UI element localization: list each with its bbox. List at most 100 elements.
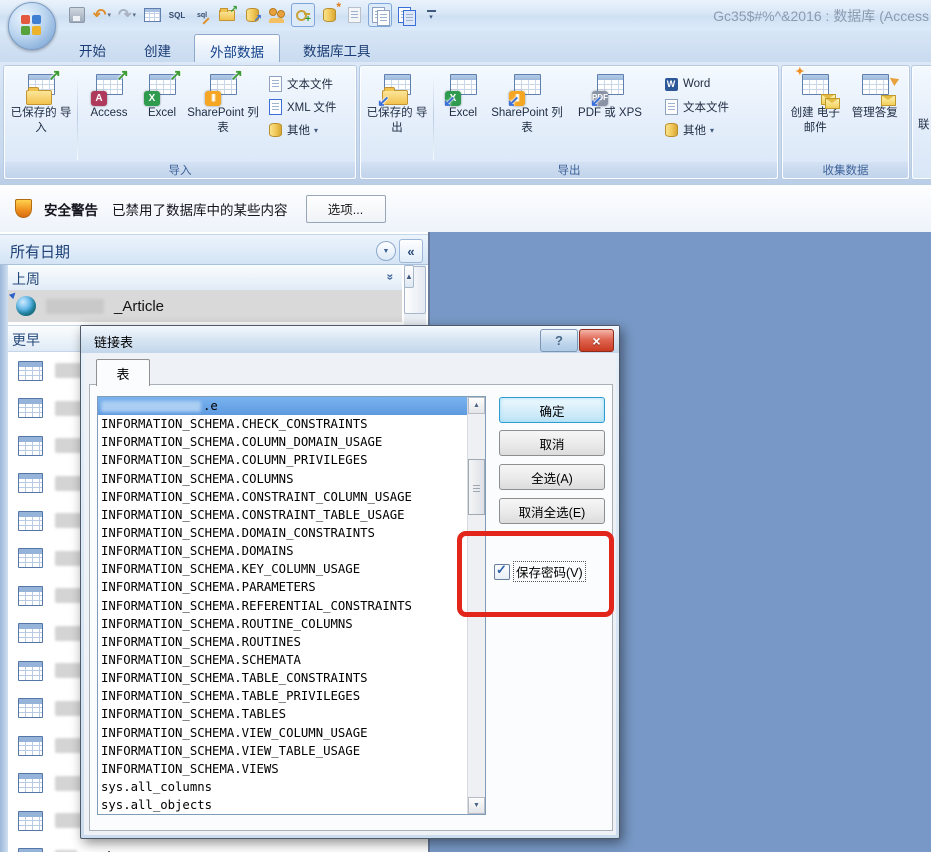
export-text-file-button[interactable]: 文本文件 <box>663 97 729 117</box>
deselect-all-button[interactable]: 取消全选(E) <box>499 498 605 524</box>
table-icon <box>18 398 43 418</box>
table-list-item[interactable]: INFORMATION_SCHEMA.DOMAIN_CONSTRAINTS <box>98 524 468 542</box>
collapse-group-icon[interactable]: » <box>384 274 398 281</box>
import-excel-button[interactable]: X↗ Excel <box>137 71 187 121</box>
dialog-help-button[interactable]: ? <box>540 329 578 352</box>
import-text-file-button[interactable]: 文本文件 <box>267 74 336 94</box>
redo-icon[interactable]: ↷▾ <box>116 4 138 26</box>
ribbon-group-clipped: 联 <box>911 65 931 180</box>
table-list-item[interactable]: sys.all_columns <box>98 778 468 796</box>
nav-pane-header[interactable]: 所有日期 ▼ « <box>0 234 428 265</box>
customize-qat-icon[interactable]: ▾ <box>420 4 442 26</box>
saved-imports-button[interactable]: ↗ 已保存的 导入 <box>8 71 74 136</box>
print-preview-icon[interactable] <box>395 4 417 26</box>
save-password-checkbox[interactable] <box>494 564 510 580</box>
insert-page-icon[interactable] <box>343 4 365 26</box>
nav-group-last-week[interactable]: 上周 » <box>8 265 402 291</box>
import-sharepoint-button[interactable]: |||↗ SharePoint 列表 <box>187 71 259 136</box>
office-button[interactable] <box>8 2 56 50</box>
table-list-item[interactable]: INFORMATION_SCHEMA.VIEWS <box>98 760 468 778</box>
scroll-down-icon[interactable]: ▼ <box>468 797 485 814</box>
word-icon: W <box>663 76 679 92</box>
table-list-item[interactable]: INFORMATION_SCHEMA.REFERENTIAL_CONSTRAIN… <box>98 597 468 615</box>
access-window: ↶▾ ↷▾ SQL sql ↗ ↗ ▾ Gc35$#%^&2016 : 数据库 … <box>0 0 931 852</box>
group-label-export: 导出 <box>361 162 777 178</box>
select-all-button[interactable]: 全选(A) <box>499 464 605 490</box>
window-titlebar: ↶▾ ↷▾ SQL sql ↗ ↗ ▾ Gc35$#%^&2016 : 数据库 … <box>0 0 931 31</box>
nav-item-article[interactable]: _Article <box>8 290 402 322</box>
excel-icon: X <box>144 91 160 106</box>
tab-tables[interactable]: 表 <box>96 359 150 386</box>
security-message-bar: 安全警告 已禁用了数据库中的某些内容 选项... <box>0 185 931 234</box>
nav-left-frame <box>0 265 8 852</box>
scroll-up-icon[interactable]: ▲ <box>404 265 414 288</box>
manage-replies-button[interactable]: ▶ 管理答复 <box>845 71 905 121</box>
table-list-item[interactable]: INFORMATION_SCHEMA.CONSTRAINT_TABLE_USAG… <box>98 506 468 524</box>
export-word-button[interactable]: W Word <box>663 74 729 94</box>
table-list-item[interactable]: INFORMATION_SCHEMA.VIEW_COLUMN_USAGE <box>98 724 468 742</box>
table-list-item[interactable]: INFORMATION_SCHEMA.PARAMETERS <box>98 578 468 596</box>
sql-view-icon[interactable]: SQL <box>166 4 188 26</box>
table-list-item[interactable]: INFORMATION_SCHEMA.SCHEMATA <box>98 651 468 669</box>
undo-icon[interactable]: ↶▾ <box>91 4 113 26</box>
ribbon-tab[interactable]: 开始 <box>64 34 121 62</box>
new-object-icon[interactable] <box>318 4 340 26</box>
save-password-row[interactable]: 保存密码(V) <box>494 562 585 581</box>
import-xml-file-button[interactable]: XML 文件 <box>267 97 336 117</box>
table-list-item[interactable]: INFORMATION_SCHEMA.CONSTRAINT_COLUMN_USA… <box>98 488 468 506</box>
sparkle-icon: ✦ <box>795 65 804 79</box>
redacted-label <box>46 299 104 314</box>
nav-item-blog[interactable]: _Blog <box>8 839 402 852</box>
table-icon <box>18 736 43 756</box>
ribbon-tab[interactable]: 外部数据 <box>194 34 280 62</box>
saved-exports-button[interactable]: ↙ 已保存的 导出 <box>364 71 430 136</box>
tables-listbox[interactable]: .e INFORMATION_SCHEMA.CHECK_CONSTRAINTS … <box>97 396 486 815</box>
export-excel-button[interactable]: X↙ Excel <box>437 71 489 121</box>
import-database-icon[interactable]: ↗ <box>241 4 263 26</box>
ribbon-tab[interactable]: 数据库工具 <box>288 34 386 62</box>
scroll-up-icon[interactable]: ▲ <box>468 397 485 414</box>
create-email-button[interactable]: ✦ 创建 电子邮件 <box>786 71 845 136</box>
table-list-item[interactable]: INFORMATION_SCHEMA.DOMAINS <box>98 542 468 560</box>
table-list-item[interactable]: INFORMATION_SCHEMA.COLUMNS <box>98 470 468 488</box>
table-icon <box>18 773 43 793</box>
import-more-button[interactable]: 其他▾ <box>267 120 336 140</box>
table-list-item[interactable]: INFORMATION_SCHEMA.TABLES <box>98 705 468 723</box>
export-pdf-xps-button[interactable]: PDF↙ PDF 或 XPS <box>565 71 655 121</box>
export-more-button[interactable]: 其他▾ <box>663 120 729 140</box>
table-list-item[interactable]: sys.all_objects <box>98 796 468 814</box>
table-list-item[interactable]: INFORMATION_SCHEMA.TABLE_CONSTRAINTS <box>98 669 468 687</box>
table-list-item[interactable]: INFORMATION_SCHEMA.COLUMN_PRIVILEGES <box>98 451 468 469</box>
sql-design-icon[interactable]: sql <box>191 4 213 26</box>
security-options-button[interactable]: 选项... <box>306 195 386 223</box>
nav-menu-dropdown[interactable]: ▼ <box>376 241 396 261</box>
scrollbar-thumb[interactable] <box>468 459 485 515</box>
table-list-item[interactable]: INFORMATION_SCHEMA.ROUTINES <box>98 633 468 651</box>
dialog-close-button[interactable]: × <box>579 329 614 352</box>
property-sheet-icon[interactable]: ↗ <box>216 4 238 26</box>
security-warning-title: 安全警告 <box>44 199 98 219</box>
table-list-item[interactable]: INFORMATION_SCHEMA.COLUMN_DOMAIN_USAGE <box>98 433 468 451</box>
ok-button[interactable]: 确定 <box>499 397 605 423</box>
table-list-item[interactable]: INFORMATION_SCHEMA.ROUTINE_COLUMNS <box>98 615 468 633</box>
quick-access-toolbar: ↶▾ ↷▾ SQL sql ↗ ↗ ▾ <box>66 3 442 27</box>
ribbon-tab[interactable]: 创建 <box>129 34 186 62</box>
export-sharepoint-button[interactable]: |||↙ SharePoint 列表 <box>489 71 565 136</box>
table-list-item[interactable]: INFORMATION_SCHEMA.TABLE_PRIVILEGES <box>98 687 468 705</box>
import-access-button[interactable]: A↗ Access <box>81 71 137 121</box>
cancel-button[interactable]: 取消 <box>499 430 605 456</box>
manage-keys-icon[interactable] <box>291 3 315 27</box>
dialog-title: 链接表 <box>94 332 133 351</box>
xml-file-icon <box>267 99 283 115</box>
datasheet-view-icon[interactable] <box>141 4 163 26</box>
linked-table-globe-icon <box>16 296 36 316</box>
save-icon[interactable] <box>66 4 88 26</box>
group-label-collect-data: 收集数据 <box>783 162 908 178</box>
table-list-item[interactable]: .e <box>98 397 468 415</box>
switch-windows-icon[interactable] <box>368 3 392 27</box>
user-permissions-icon[interactable] <box>266 4 288 26</box>
table-list-item[interactable]: INFORMATION_SCHEMA.VIEW_TABLE_USAGE <box>98 742 468 760</box>
nav-collapse-button[interactable]: « <box>399 239 423 263</box>
table-list-item[interactable]: INFORMATION_SCHEMA.CHECK_CONSTRAINTS <box>98 415 468 433</box>
table-list-item[interactable]: INFORMATION_SCHEMA.KEY_COLUMN_USAGE <box>98 560 468 578</box>
